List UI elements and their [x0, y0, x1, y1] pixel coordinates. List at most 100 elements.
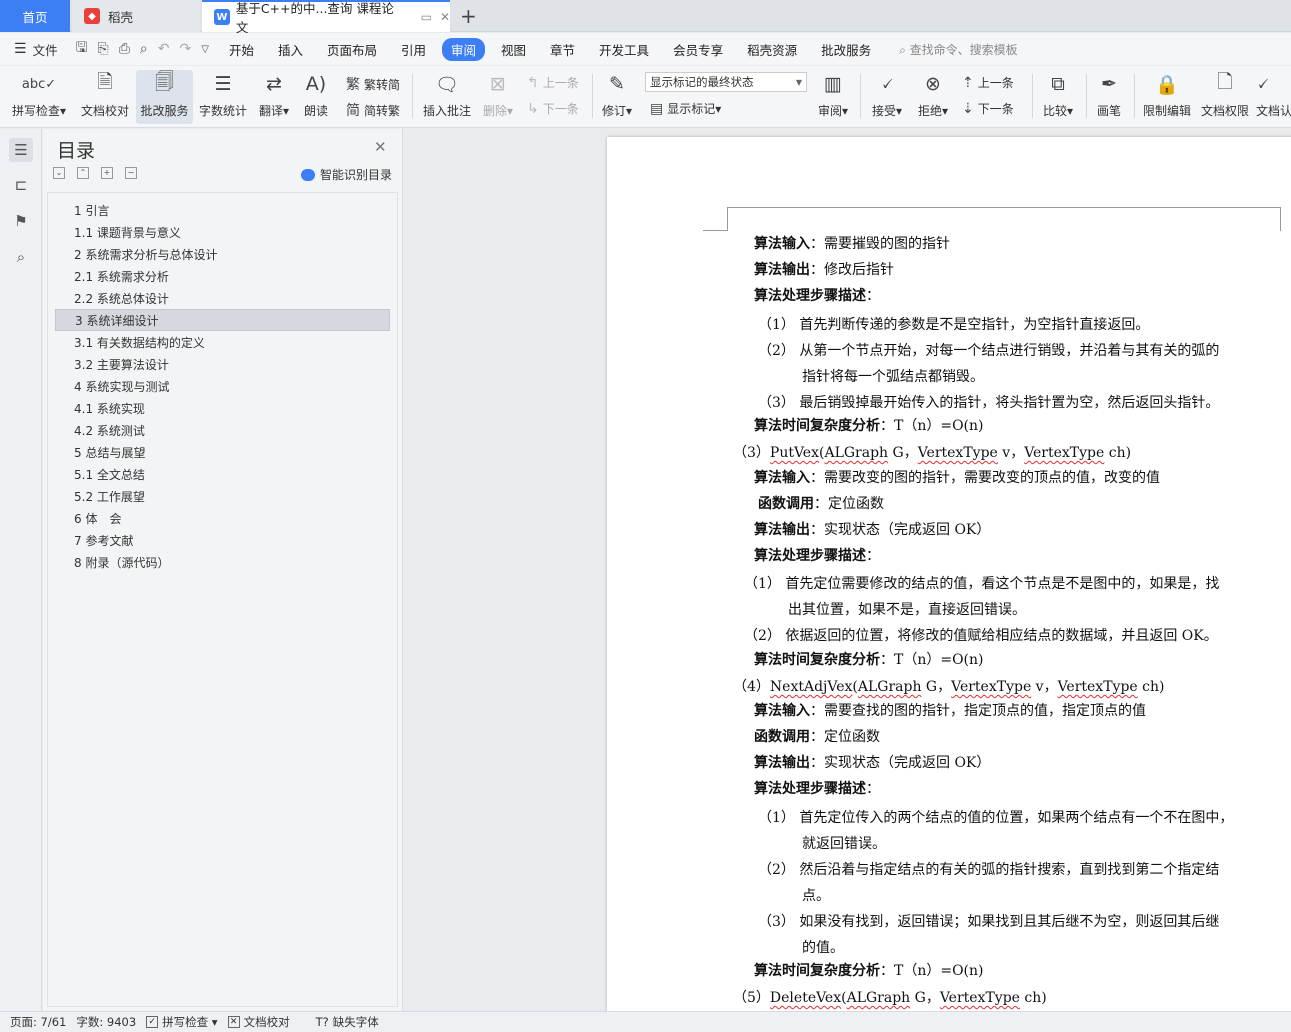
- word-count[interactable]: 字数: 9403: [76, 1014, 136, 1030]
- ribbon-divider: [860, 74, 861, 118]
- toc-item[interactable]: 8 附录（源代码）: [55, 551, 390, 573]
- pen-button[interactable]: ✒ 画笔: [1092, 70, 1126, 124]
- show-markup-button[interactable]: ▤ 显示标记 ▾: [650, 100, 721, 117]
- compare-button[interactable]: ⧉ 比较▾: [1038, 70, 1078, 124]
- accept-button[interactable]: 🗸 接受▾: [868, 70, 906, 124]
- print-icon[interactable]: ⎙: [119, 41, 130, 57]
- search-icon[interactable]: ⌕: [9, 245, 33, 269]
- print-preview-icon[interactable]: ⌕: [140, 41, 148, 57]
- close-tab-icon[interactable]: ✕: [440, 10, 450, 24]
- review-service-button[interactable]: 🗐 批改服务: [136, 70, 193, 124]
- toc-item[interactable]: 3.2 主要算法设计: [55, 353, 390, 375]
- menu-chapter[interactable]: 章节: [550, 40, 575, 59]
- ribbon-divider: [592, 74, 593, 118]
- tab-home[interactable]: 首页: [0, 0, 70, 32]
- document-page[interactable]: 算法输入：需要摧毁的图的指针 算法输出：修改后指针 算法处理步骤描述： （1） …: [607, 137, 1291, 1011]
- toc-item[interactable]: 1.1 课题背景与意义: [55, 221, 390, 243]
- toc-item[interactable]: 7 参考文献: [55, 529, 390, 551]
- bookmark-icon[interactable]: ⚑: [9, 209, 33, 233]
- menu-member[interactable]: 会员专享: [673, 40, 723, 59]
- command-search-placeholder: 查找命令、搜索模板: [909, 42, 1018, 57]
- restrict-editing-button[interactable]: 🔒 限制编辑: [1140, 70, 1194, 124]
- doc-paragraph: 指针将每一个弧结点都销毁。: [802, 369, 984, 385]
- menu-reference[interactable]: 引用: [401, 40, 426, 59]
- reject-button[interactable]: ⊗ 拒绝▾: [914, 70, 952, 124]
- translate-button[interactable]: ⇄ 翻译▾: [254, 70, 294, 124]
- translate-icon: ⇄: [266, 73, 282, 95]
- doc-paragraph: 算法输入：需要摧毁的图的指针: [754, 236, 950, 252]
- doc-proof-button[interactable]: 🗎 文档校对: [76, 70, 134, 124]
- toc-item[interactable]: 5.1 全文总结: [55, 463, 390, 485]
- doc-paragraph: 算法输出：修改后指针: [754, 262, 894, 278]
- add-heading-icon[interactable]: +: [101, 167, 113, 179]
- doc-cert-button[interactable]: 🗸 文档认: [1256, 70, 1291, 124]
- toc-item-selected[interactable]: 3 系统详细设计: [55, 309, 390, 331]
- smart-toc-button[interactable]: 智能识别目录: [301, 166, 392, 183]
- accept-icon: 🗸: [880, 73, 894, 95]
- file-menu[interactable]: ☰ 文件: [14, 40, 58, 59]
- track-changes-button[interactable]: ✎ 修订▾: [598, 70, 636, 124]
- toc-panel-icon[interactable]: ☰: [9, 138, 33, 162]
- menu-view[interactable]: 视图: [501, 40, 526, 59]
- remove-heading-icon[interactable]: −: [125, 167, 137, 179]
- window-restore-icon[interactable]: ▭: [421, 10, 432, 24]
- save-icon[interactable]: 🖫: [76, 37, 88, 61]
- next-change-button[interactable]: ⇣ 下一条: [962, 100, 1014, 117]
- command-search[interactable]: ⌕ 查找命令、搜索模板: [899, 41, 1018, 58]
- document-canvas[interactable]: 算法输入：需要摧毁的图的指针 算法输出：修改后指针 算法处理步骤描述： （1） …: [404, 129, 1291, 1011]
- export-pdf-icon[interactable]: ⎘: [98, 41, 109, 57]
- status-spell-check[interactable]: ✓ 拼写检查 ▾: [146, 1014, 218, 1030]
- menu-review[interactable]: 审阅: [442, 37, 486, 61]
- doc-paragraph: （1） 首先判断传递的参数是不是空指针，为空指针直接返回。: [758, 317, 1150, 333]
- collapse-all-icon[interactable]: ⌃: [77, 167, 89, 179]
- toc-item[interactable]: 1 引言: [55, 199, 390, 221]
- prev-comment-button[interactable]: ↰ 上一条: [527, 74, 579, 91]
- tab-document[interactable]: W 基于C++的中...查询 课程论文 ▭ ✕: [202, 0, 450, 35]
- menu-review-service[interactable]: 批改服务: [821, 40, 871, 59]
- toc-item[interactable]: 4.2 系统测试: [55, 419, 390, 441]
- trad-to-simp-button[interactable]: 繁繁转简: [346, 74, 400, 94]
- read-aloud-button[interactable]: A) 朗读: [300, 70, 332, 124]
- toc-item[interactable]: 4 系统实现与测试: [55, 375, 390, 397]
- undo-icon[interactable]: ↶: [158, 41, 170, 57]
- doc-paragraph: 算法时间复杂度分析：T（n）=O(n): [754, 652, 984, 668]
- new-tab-icon[interactable]: +: [460, 4, 477, 28]
- customize-qat-icon[interactable]: ▽: [201, 44, 209, 55]
- expand-all-icon[interactable]: ⌄: [53, 167, 65, 179]
- toc-item[interactable]: 3.1 有关数据结构的定义: [55, 331, 390, 353]
- page-indicator[interactable]: 页面: 7/61: [10, 1014, 66, 1030]
- smart-toc-label: 智能识别目录: [320, 168, 393, 182]
- prev-change-button[interactable]: ⇡ 上一条: [962, 74, 1014, 91]
- close-icon[interactable]: ✕: [374, 138, 387, 156]
- menu-start[interactable]: 开始: [229, 40, 254, 59]
- insert-comment-button[interactable]: 🗨 插入批注: [420, 70, 474, 124]
- menu-page-layout[interactable]: 页面布局: [327, 40, 377, 59]
- checkbox-checked-icon: ✓: [146, 1016, 159, 1028]
- review-pane-button[interactable]: ▥ 审阅▾: [814, 70, 852, 124]
- markup-state-select[interactable]: 显示标记的最终状态 ▼: [645, 72, 807, 92]
- tab-daoke[interactable]: ◆ 稻壳: [72, 0, 200, 32]
- redo-icon[interactable]: ↷: [180, 41, 192, 57]
- toc-item[interactable]: 6 体 会: [55, 507, 390, 529]
- menu-insert[interactable]: 插入: [278, 40, 303, 59]
- simp-to-trad-button[interactable]: 简简转繁: [346, 100, 400, 120]
- doc-paragraph: （2） 依据返回的位置，将修改的值赋给相应结点的数据域，并且返回 OK。: [744, 628, 1218, 644]
- spell-check-button[interactable]: abc✓ 拼写检查▾: [8, 70, 70, 124]
- delete-comment-button[interactable]: ⊠ 删除▾: [480, 70, 516, 124]
- status-doc-proof[interactable]: ✕ 文档校对: [227, 1014, 290, 1030]
- toc-item[interactable]: 2 系统需求分析与总体设计: [55, 243, 390, 265]
- menu-daoke-resources[interactable]: 稻壳资源: [747, 40, 797, 59]
- menu-dev-tools[interactable]: 开发工具: [599, 40, 649, 59]
- next-comment-button[interactable]: ↳ 下一条: [527, 100, 579, 117]
- toc-item[interactable]: 2.1 系统需求分析: [55, 265, 390, 287]
- toc-item[interactable]: 5.2 工作展望: [55, 485, 390, 507]
- word-count-button[interactable]: ☰ 字数统计: [197, 70, 249, 124]
- show-markup-icon: ▤: [650, 100, 664, 117]
- chapter-nav-icon[interactable]: ⊏: [9, 173, 33, 197]
- toc-item[interactable]: 5 总结与展望: [55, 441, 390, 463]
- doc-paragraph: 算法输出：实现状态（完成返回 OK）: [754, 755, 991, 771]
- doc-rights-button[interactable]: 🗋 文档权限: [1200, 70, 1250, 124]
- toc-item[interactable]: 2.2 系统总体设计: [55, 287, 390, 309]
- toc-item[interactable]: 4.1 系统实现: [55, 397, 390, 419]
- status-missing-font[interactable]: T? 缺失字体: [316, 1014, 379, 1030]
